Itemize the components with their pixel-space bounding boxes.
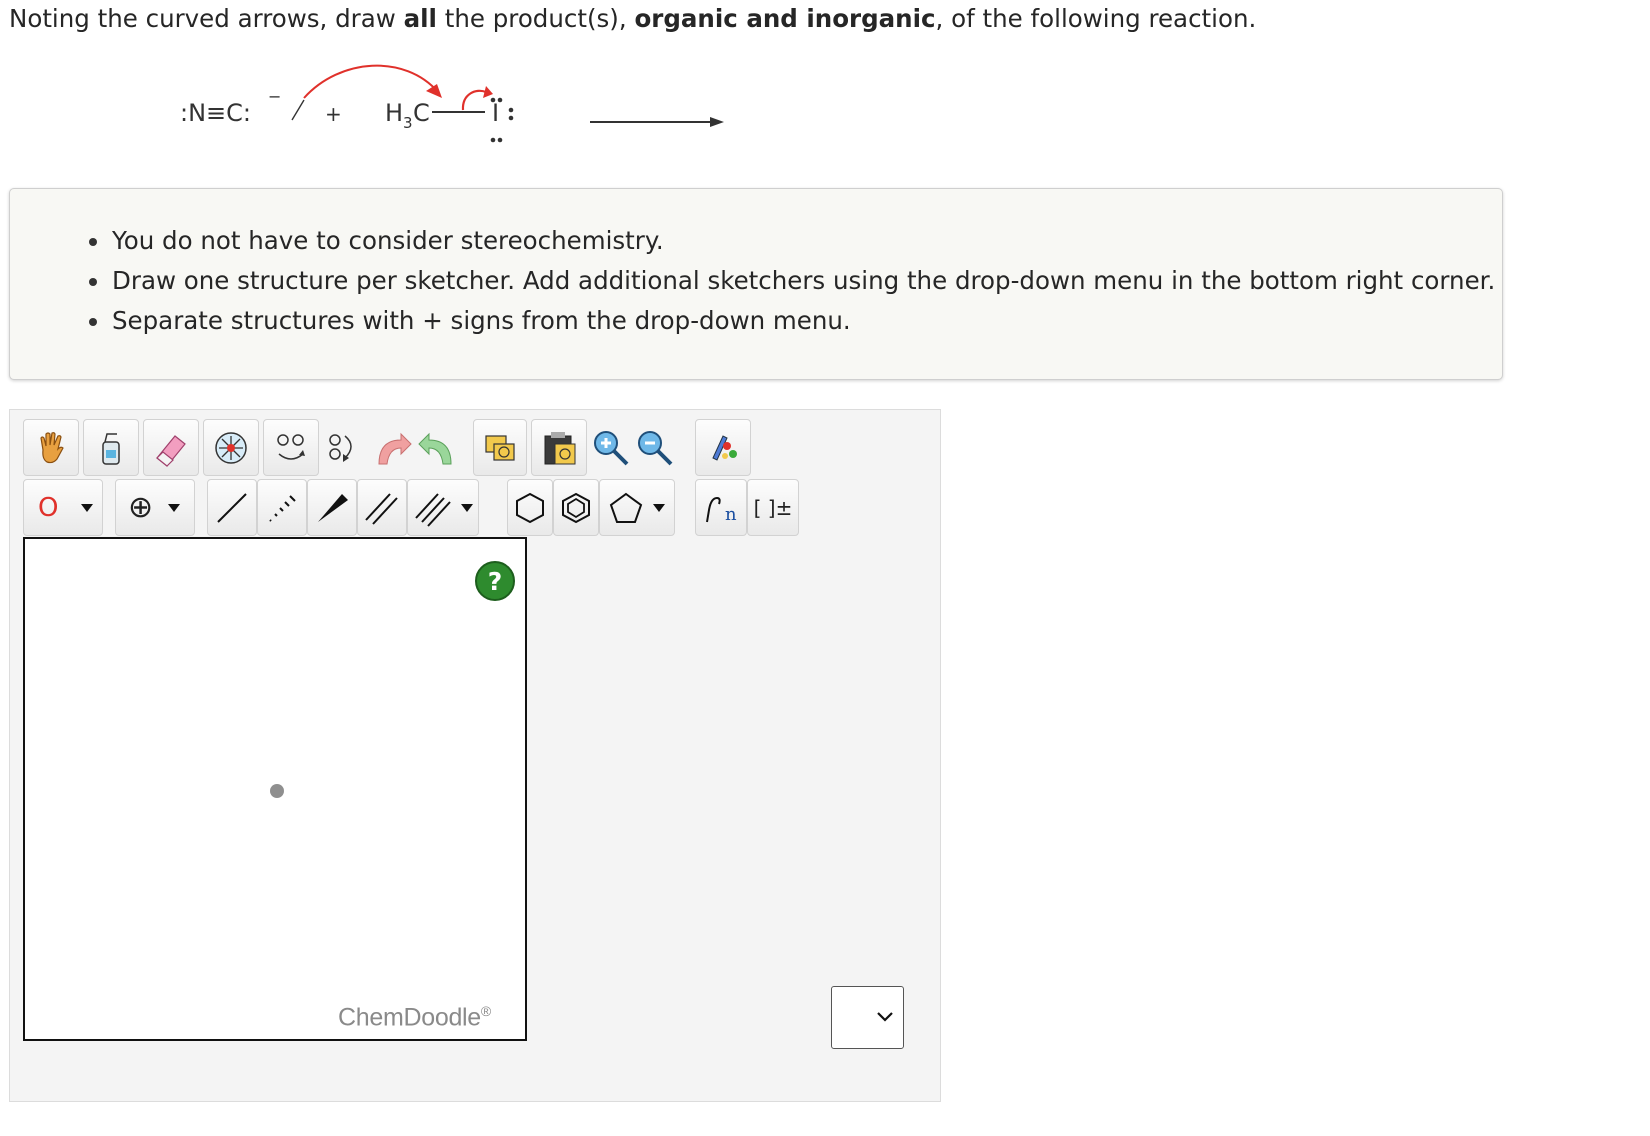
iodine-atom: I [492, 99, 499, 127]
benzene-tool[interactable] [553, 479, 599, 536]
bond-break-arrow [461, 89, 487, 111]
plus-charge-icon: ⊕ [128, 490, 154, 525]
clean-tool[interactable] [695, 419, 751, 476]
eraser-tool[interactable] [143, 419, 199, 476]
question-text: Noting the curved arrows, draw all the p… [9, 4, 1257, 33]
hand-tool[interactable] [23, 419, 79, 476]
methyl-h: H [385, 99, 403, 127]
nucleophile-arrow [303, 64, 439, 99]
reaction-arrowhead [710, 117, 724, 127]
svg-text:n: n [725, 504, 737, 525]
charge-select[interactable]: ⊕ [115, 479, 195, 536]
undo-icon [378, 432, 412, 464]
hashed-bond-icon [269, 494, 296, 522]
instruction-item: You do not have to consider stereochemis… [89, 221, 1502, 261]
wedge-bond-tool[interactable] [307, 479, 357, 536]
atom-label: O [38, 492, 59, 523]
sketcher-panel: O ⊕ n [ ]± ? ChemDoodle® [9, 409, 941, 1102]
instructions-box: You do not have to consider stereochemis… [9, 188, 1503, 380]
benzene-icon [562, 492, 590, 523]
redo-icon [418, 432, 452, 464]
repeat-unit-icon: n [706, 496, 737, 525]
zoom-out-icon [638, 430, 673, 465]
rotate-tool[interactable] [323, 419, 363, 476]
center-tool[interactable] [203, 419, 259, 476]
canvas-dot [270, 784, 284, 798]
hand-icon [40, 431, 64, 463]
flip-icon [277, 433, 305, 460]
cyclohexane-tool[interactable] [507, 479, 553, 536]
lone-pair-dot [508, 115, 514, 121]
single-bond-tool[interactable] [207, 479, 257, 536]
lone-pair-dot [490, 97, 496, 103]
cyclohexane-icon [516, 492, 544, 523]
double-bond-icon [365, 492, 398, 525]
flip-tool[interactable] [263, 419, 319, 476]
triple-bond-select[interactable] [407, 479, 479, 536]
dropdown-caret-icon [653, 503, 665, 512]
hashed-bond-tool[interactable] [257, 479, 307, 536]
lone-pair-dot [497, 97, 503, 103]
clean-structure-icon [712, 434, 737, 461]
instructions-list: You do not have to consider stereochemis… [10, 221, 1502, 341]
dropdown-caret-icon [461, 503, 473, 512]
atom-select[interactable]: O [23, 479, 103, 536]
repeat-unit-tool[interactable]: n [695, 479, 747, 536]
lone-pair-dot [497, 137, 503, 143]
cyclopentane-icon [609, 492, 643, 523]
bracket-charge-icon: [ ]± [753, 495, 793, 520]
nucleophile-arrowhead [426, 84, 442, 98]
triple-bond-icon [415, 492, 451, 527]
redo-tool[interactable] [417, 419, 459, 476]
instruction-item: Draw one structure per sketcher. Add add… [89, 261, 1502, 301]
undo-tool[interactable] [371, 419, 413, 476]
methyl-carbon: C [413, 99, 430, 127]
clear-tool[interactable] [83, 419, 139, 476]
lone-pair-dot [490, 137, 496, 143]
methyl-subscript: 3 [403, 114, 413, 132]
chevron-down-icon [877, 1012, 893, 1022]
zoom-out-tool[interactable] [635, 419, 675, 476]
dropdown-caret-icon [168, 503, 181, 512]
sketcher-canvas[interactable]: ? ChemDoodle® [23, 537, 527, 1041]
zoom-in-tool[interactable] [591, 419, 631, 476]
eraser-icon [156, 434, 186, 467]
zoom-in-icon [594, 430, 629, 465]
paste-icon [544, 431, 576, 464]
wedge-bond-icon [318, 493, 348, 522]
rotate-icon [329, 433, 352, 462]
add-sketcher-dropdown[interactable] [831, 986, 904, 1049]
copy-tool[interactable] [473, 419, 527, 476]
cyanide-charge: − [268, 87, 281, 106]
cyclopentane-select[interactable] [599, 479, 675, 536]
lone-pair-dot [508, 107, 514, 113]
nucleophile-arrow-tail [291, 99, 305, 121]
single-bond-icon [217, 492, 247, 523]
bracket-tool[interactable]: [ ]± [747, 479, 799, 536]
double-bond-tool[interactable] [357, 479, 407, 536]
instruction-item: Separate structures with + signs from th… [89, 301, 1502, 341]
copy-icon [485, 434, 515, 461]
chemdoodle-watermark: ChemDoodle® [338, 1003, 491, 1032]
help-button[interactable]: ? [475, 561, 515, 601]
plus-sign: + [325, 102, 342, 126]
center-molecule-icon [215, 431, 247, 464]
cyanide-ion: :N≡C: [180, 99, 251, 127]
dropdown-caret-icon [81, 503, 94, 512]
reaction-scheme: :N≡C: − + H 3 C I [180, 64, 724, 143]
clear-canvas-icon [102, 432, 120, 465]
bond-break-arrowhead [483, 86, 493, 98]
paste-tool[interactable] [531, 419, 587, 476]
